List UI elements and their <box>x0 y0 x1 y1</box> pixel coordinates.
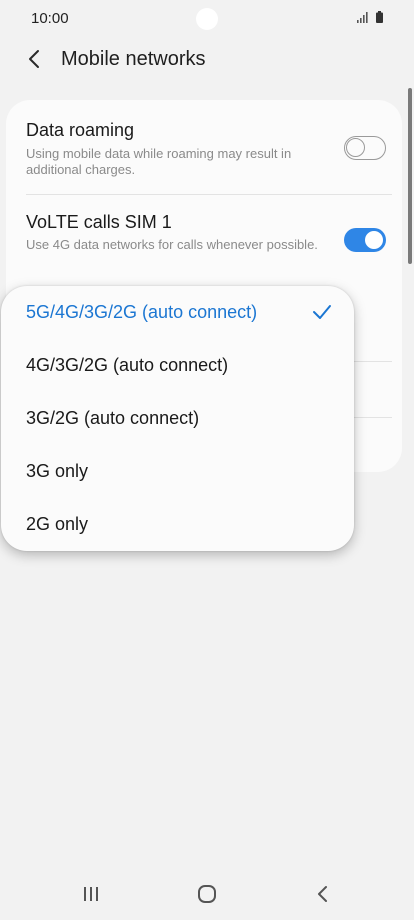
setting-title: Data roaming <box>26 120 135 140</box>
scrollbar[interactable] <box>408 88 412 264</box>
network-option-4g-3g-2g[interactable]: 4G/3G/2G (auto connect) <box>1 339 354 392</box>
recent-apps-button[interactable] <box>79 882 103 906</box>
page-title: Mobile networks <box>61 48 206 70</box>
camera-cutout <box>196 8 218 30</box>
nav-back-button[interactable] <box>311 882 335 906</box>
back-icon <box>318 886 327 902</box>
toggle-knob <box>363 229 385 251</box>
network-option-2g-only[interactable]: 2G only <box>1 498 354 551</box>
network-option-3g-only[interactable]: 3G only <box>1 445 354 498</box>
check-icon <box>313 305 331 319</box>
home-button[interactable] <box>195 882 219 906</box>
battery-icon <box>376 11 383 23</box>
back-button[interactable] <box>22 46 48 72</box>
recent-apps-icon <box>84 887 98 901</box>
option-label: 3G/2G (auto connect) <box>26 408 200 428</box>
setting-volte-calls[interactable]: VoLTE calls SIM 1 Use 4G data networks f… <box>6 195 402 287</box>
app-header: Mobile networks <box>0 38 414 82</box>
volte-toggle[interactable] <box>344 228 386 252</box>
option-label: 5G/4G/3G/2G (auto connect) <box>26 302 258 322</box>
option-label: 3G only <box>26 461 89 481</box>
network-option-3g-2g[interactable]: 3G/2G (auto connect) <box>1 392 354 445</box>
chevron-left-icon <box>29 50 39 68</box>
option-label: 2G only <box>26 514 89 534</box>
data-roaming-toggle[interactable] <box>344 136 386 160</box>
setting-description: Use 4G data networks for calls whenever … <box>26 237 318 252</box>
signal-icon <box>357 12 368 23</box>
home-icon <box>198 885 216 903</box>
toggle-knob <box>346 138 365 157</box>
setting-data-roaming[interactable]: Data roaming Using mobile data while roa… <box>6 100 402 194</box>
navigation-bar <box>0 870 414 920</box>
setting-title: VoLTE calls SIM 1 <box>26 212 172 232</box>
option-label: 4G/3G/2G (auto connect) <box>26 355 229 375</box>
network-mode-menu: 5G/4G/3G/2G (auto connect) 4G/3G/2G (aut… <box>1 286 354 551</box>
network-option-5g-4g-3g-2g[interactable]: 5G/4G/3G/2G (auto connect) <box>1 286 354 339</box>
status-bar: 10:00 <box>0 0 414 38</box>
status-time: 10:00 <box>31 10 69 27</box>
setting-description: Using mobile data while roaming may resu… <box>26 146 292 177</box>
